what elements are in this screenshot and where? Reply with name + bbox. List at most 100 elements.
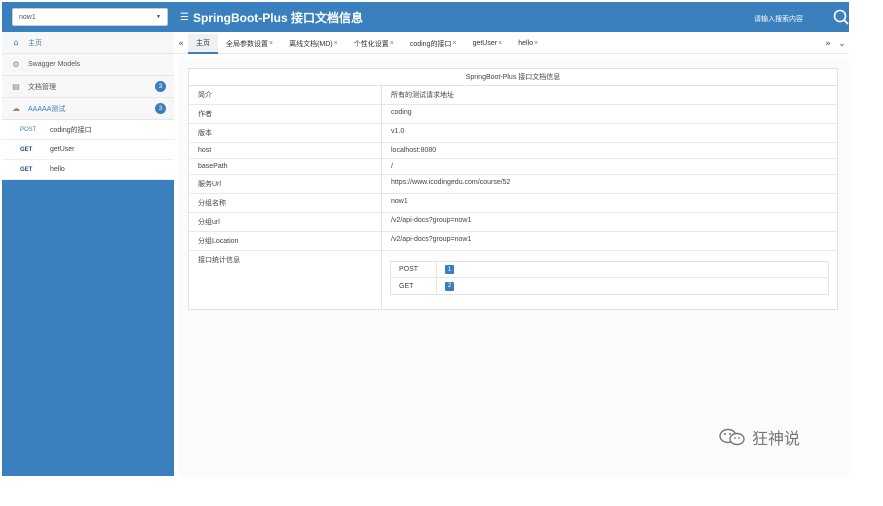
method-label: GET [20,166,33,173]
api-item-coding[interactable]: POST coding的接口 [2,120,174,140]
group-select[interactable]: now1 ▼ [12,8,168,26]
main-content: SpringBoot-Plus 接口文档信息 简介 所有的测试请求地址 作者 c… [179,58,849,476]
sidebar: ⌂ 主页 ⚙ Swagger Models ▤ 文档管理 3 ☁ AAAAA测试… [2,32,174,476]
info-key: 服务Url [189,175,382,193]
info-key: 分组url [189,213,382,231]
table-row: 分组url /v2/api-docs?group=now1 [189,213,837,232]
close-icon[interactable]: × [390,40,394,47]
tab-label: 主页 [196,39,210,47]
wechat-icon [719,428,745,446]
info-value: https://www.icodingedu.com/course/52 [391,179,511,186]
tab-label: 全局参数设置 [226,40,268,48]
page-title: ☰ SpringBoot-Plus 接口文档信息 [180,9,363,26]
stats-row: POST 1 [391,262,828,278]
gear-icon: ⚙ [12,60,20,69]
info-value: /v2/api-docs?group=now1 [391,236,472,243]
close-icon[interactable]: × [269,40,273,47]
top-header: now1 ▼ ☰ SpringBoot-Plus 接口文档信息 请输入搜索内容 [2,2,849,32]
info-value: POST 1 GET 2 [382,251,837,309]
tab-label: 个性化设置 [353,40,389,48]
api-name: coding的接口 [50,126,92,134]
info-value: now1 [391,198,408,205]
app-root: now1 ▼ ☰ SpringBoot-Plus 接口文档信息 请输入搜索内容 … [0,0,883,506]
tab-getuser[interactable]: getUser × [465,34,511,54]
tab-label: hello [518,40,533,47]
document-icon: ▤ [12,82,20,91]
info-value: coding [391,109,412,116]
table-row: basePath / [189,159,837,175]
stats-method: GET [391,278,437,294]
sidebar-item-swagger-models[interactable]: ⚙ Swagger Models [2,54,174,76]
tab-bar: « 主页 全局参数设置 × 离线文档(MD) × 个性化设置 × coding的… [174,33,849,54]
page-title-text: SpringBoot-Plus 接口文档信息 [192,11,363,25]
watermark: 狂神说 [718,425,800,449]
sidebar-item-test-group[interactable]: ☁ AAAAA测试 3 [2,98,174,120]
table-row: 分组Location /v2/api-docs?group=now1 [189,232,837,251]
count-badge: 2 [445,281,454,291]
tab-personalize[interactable]: 个性化设置 × [346,34,402,54]
tab-label: 离线文档(MD) [289,40,333,48]
close-icon[interactable]: × [334,40,338,47]
stats-count-cell: 1 [437,262,828,277]
sidebar-menu: ⌂ 主页 ⚙ Swagger Models ▤ 文档管理 3 ☁ AAAAA测试… [2,32,174,120]
info-key: basePath [189,159,382,174]
info-key: 简介 [189,86,382,104]
count-badge: 3 [155,103,166,114]
search-input[interactable]: 请输入搜索内容 [754,14,803,24]
info-key: 分组Location [189,232,382,250]
info-value: /v2/api-docs?group=now1 [391,217,472,224]
method-label: GET [20,146,33,153]
cloud-icon: ☁ [12,104,20,113]
sidebar-item-label: Swagger Models [28,61,81,68]
info-key: 分组名称 [189,194,382,212]
sidebar-item-home[interactable]: ⌂ 主页 [2,32,174,54]
watermark-text: 狂神说 [752,431,801,448]
stats-row: GET 2 [391,278,828,294]
info-value: / [391,163,393,170]
info-key: 版本 [189,124,382,142]
tab-hello[interactable]: hello × [510,34,546,54]
close-icon[interactable]: × [498,40,502,47]
info-value: 所有的测试请求地址 [391,92,454,99]
table-row: 分组名称 now1 [189,194,837,213]
stats-method: POST [391,262,437,277]
table-row: host localhost:8080 [189,143,837,159]
home-icon: ⌂ [13,38,19,47]
chevron-down-icon: ▼ [156,14,161,20]
tab-coding-api[interactable]: coding的接口 × [402,34,465,54]
tab-global-params[interactable]: 全局参数设置 × [218,34,281,54]
api-stats-table: POST 1 GET 2 [390,261,829,295]
sidebar-item-label: 主页 [28,39,42,47]
info-key: host [189,143,382,158]
info-value: v1.0 [391,128,405,135]
group-select-value: now1 [19,13,36,21]
stats-count-cell: 2 [437,278,828,294]
tab-menu-chevron-icon[interactable]: ⌄ [835,39,849,49]
tab-offline-doc[interactable]: 离线文档(MD) × [281,34,346,54]
tab-label: getUser [472,40,498,47]
tab-label: coding的接口 [409,40,452,48]
info-key: 作者 [189,105,382,123]
table-row: 版本 v1.0 [189,124,837,143]
tab-home[interactable]: 主页 [188,33,218,54]
api-item-getuser[interactable]: GET getUser [2,140,174,160]
sidebar-item-label: AAAAA测试 [28,105,66,113]
table-row: 简介 所有的测试请求地址 [189,86,837,105]
menu-icon[interactable]: ☰ [180,12,189,23]
info-value: localhost:8080 [391,147,437,154]
tab-scroll-left-icon[interactable]: « [174,39,188,49]
doc-info-caption: SpringBoot-Plus 接口文档信息 [189,69,837,86]
close-icon[interactable]: × [534,40,538,47]
doc-info-table: SpringBoot-Plus 接口文档信息 简介 所有的测试请求地址 作者 c… [188,68,838,310]
sidebar-item-doc-manage[interactable]: ▤ 文档管理 3 [2,76,174,98]
count-badge: 3 [155,81,166,92]
tab-scroll-right-icon[interactable]: » [821,39,835,49]
api-name: getUser [50,146,75,153]
table-row: 服务Url https://www.icodingedu.com/course/… [189,175,837,194]
api-item-hello[interactable]: GET hello [2,160,174,180]
info-key: 接口统计信息 [189,251,382,309]
table-row: 作者 coding [189,105,837,124]
search-icon[interactable] [833,9,849,25]
close-icon[interactable]: × [452,40,456,47]
api-name: hello [50,166,65,173]
